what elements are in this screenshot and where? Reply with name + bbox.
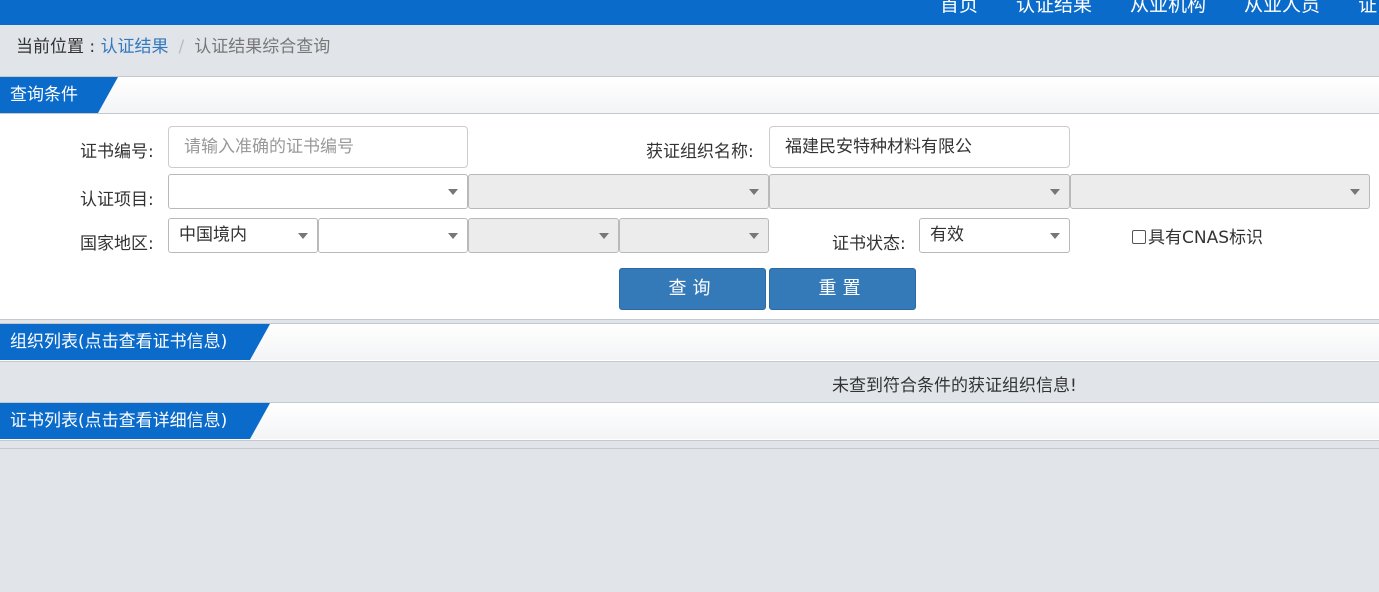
chevron-down-icon bbox=[298, 233, 308, 239]
cert-item-label: 认证项目: bbox=[80, 190, 154, 210]
org-list-panel-title: 组织列表(点击查看证书信息) bbox=[0, 324, 270, 360]
chevron-down-icon bbox=[749, 189, 759, 195]
cert-list-panel-header: 证书列表(点击查看详细信息) bbox=[0, 403, 1379, 439]
chevron-down-icon bbox=[1350, 189, 1360, 195]
cert-item-select-1[interactable] bbox=[168, 174, 468, 209]
org-list-panel: 组织列表(点击查看证书信息) bbox=[0, 323, 1379, 362]
cnas-checkbox[interactable] bbox=[1132, 230, 1146, 244]
org-list-empty-message: 未查到符合条件的获证组织信息! bbox=[832, 376, 1077, 396]
breadcrumb: 当前位置 : 认证结果 / 认证结果综合查询 bbox=[16, 36, 330, 58]
cert-item-select-3[interactable] bbox=[769, 174, 1070, 209]
cert-no-input[interactable]: 请输入准确的证书编号 bbox=[168, 126, 468, 168]
chevron-down-icon bbox=[1050, 233, 1060, 239]
nav-practitioners[interactable]: 从业人员 bbox=[1244, 0, 1320, 20]
query-panel-title: 查询条件 bbox=[0, 77, 118, 113]
cert-item-select-4[interactable] bbox=[1070, 174, 1370, 209]
org-list-panel-header: 组织列表(点击查看证书信息) bbox=[0, 324, 1379, 360]
cnas-checkbox-wrap[interactable]: 具有CNAS标识 bbox=[1132, 227, 1263, 249]
chevron-down-icon bbox=[448, 233, 458, 239]
nav-cert-results[interactable]: 认证结果 bbox=[1016, 0, 1092, 20]
cert-item-select-2[interactable] bbox=[468, 174, 769, 209]
query-panel: 查询条件 证书编号: 请输入准确的证书编号 获证组织名称: 福建民安特种材料有限… bbox=[0, 76, 1379, 320]
query-panel-header: 查询条件 bbox=[0, 77, 1379, 114]
cert-list-panel: 证书列表(点击查看详细信息) bbox=[0, 402, 1379, 441]
status-select-value: 有效 bbox=[930, 225, 964, 245]
region-select-1-value: 中国境内 bbox=[179, 225, 247, 245]
cert-list-panel-title: 证书列表(点击查看详细信息) bbox=[0, 403, 270, 439]
chevron-down-icon bbox=[448, 189, 458, 195]
region-select-1[interactable]: 中国境内 bbox=[168, 218, 318, 253]
chevron-down-icon bbox=[1050, 189, 1060, 195]
search-button[interactable]: 查询 bbox=[619, 268, 766, 310]
nav-cert-more[interactable]: 证 bbox=[1358, 0, 1377, 20]
org-name-label: 获证组织名称: bbox=[646, 142, 754, 162]
nav-institutions[interactable]: 从业机构 bbox=[1130, 0, 1206, 20]
breadcrumb-separator: / bbox=[178, 37, 185, 57]
breadcrumb-current: 认证结果综合查询 bbox=[194, 37, 331, 57]
status-select[interactable]: 有效 bbox=[919, 218, 1070, 253]
org-name-input[interactable]: 福建民安特种材料有限公 bbox=[769, 126, 1070, 168]
cert-no-label: 证书编号: bbox=[80, 142, 154, 162]
status-label: 证书状态: bbox=[832, 234, 906, 254]
region-select-4[interactable] bbox=[619, 218, 769, 253]
breadcrumb-prefix: 当前位置 : bbox=[16, 37, 101, 57]
chevron-down-icon bbox=[599, 233, 609, 239]
region-label: 国家地区: bbox=[80, 234, 154, 254]
region-select-3[interactable] bbox=[468, 218, 619, 253]
divider bbox=[0, 448, 1379, 449]
region-select-2[interactable] bbox=[318, 218, 468, 253]
breadcrumb-link[interactable]: 认证结果 bbox=[101, 37, 169, 57]
top-nav: 首页 认证结果 从业机构 从业人员 证 bbox=[940, 0, 1379, 20]
cnas-checkbox-label: 具有CNAS标识 bbox=[1148, 228, 1264, 248]
chevron-down-icon bbox=[749, 233, 759, 239]
reset-button[interactable]: 重置 bbox=[769, 268, 916, 310]
nav-home[interactable]: 首页 bbox=[940, 0, 978, 20]
top-nav-bar: 首页 认证结果 从业机构 从业人员 证 bbox=[0, 0, 1379, 25]
